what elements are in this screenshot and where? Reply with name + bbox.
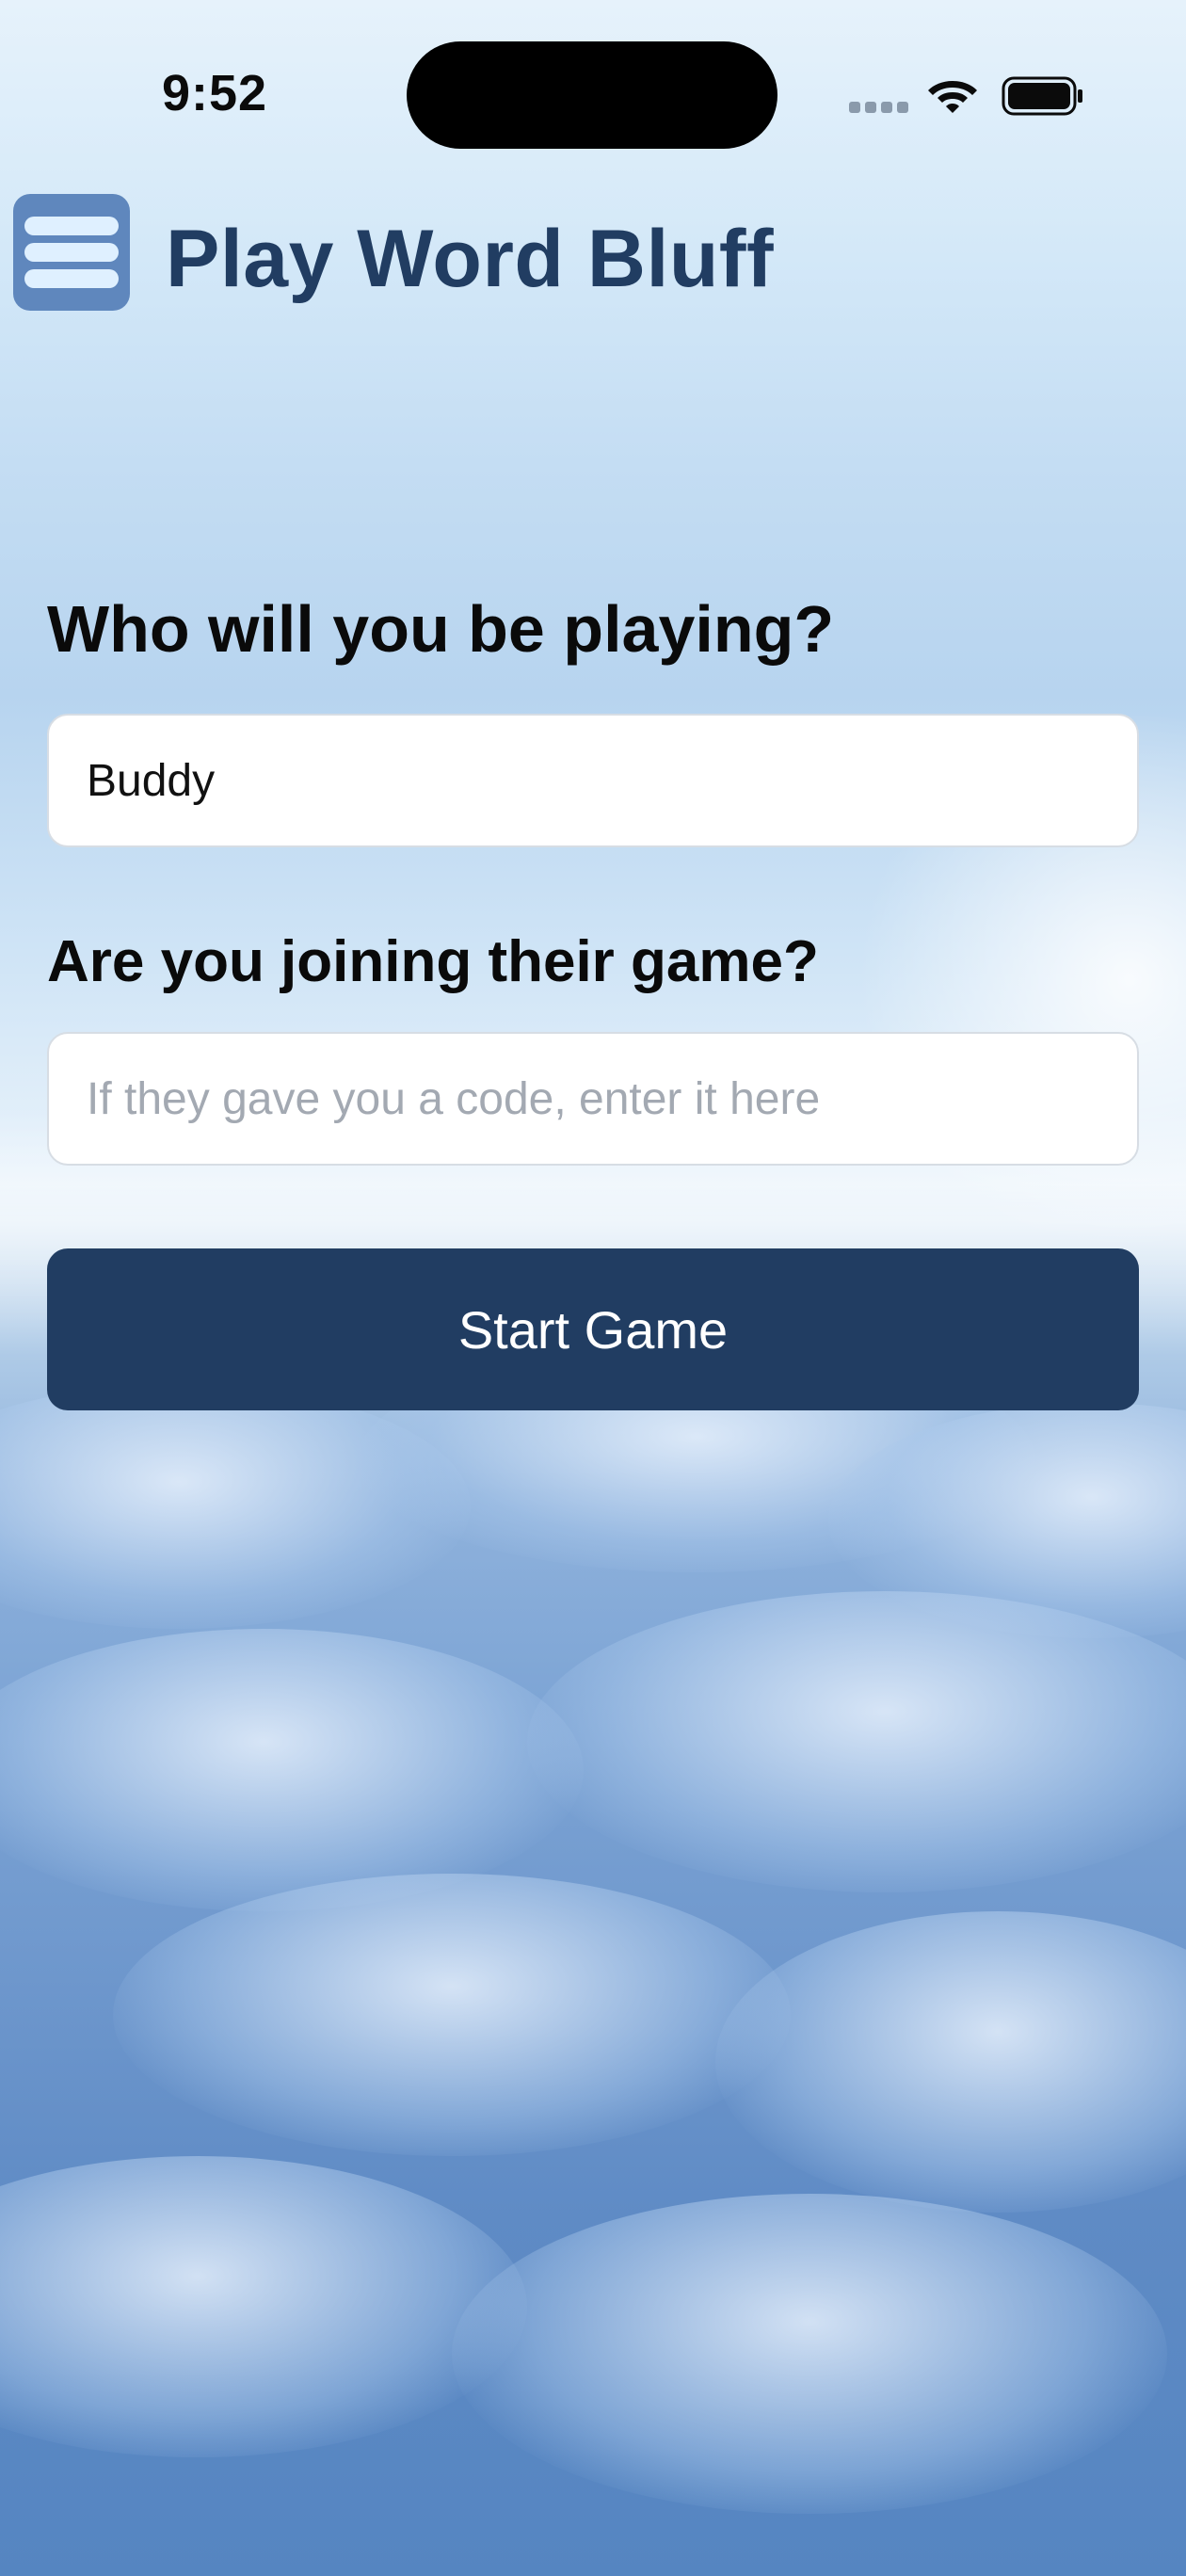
battery-icon [1002,76,1082,116]
cloud [452,2194,1167,2514]
status-time: 9:52 [162,65,268,121]
cloud [527,1591,1186,1892]
cloud [113,1874,791,2156]
start-game-button[interactable]: Start Game [47,1248,1139,1410]
opponent-field[interactable] [47,714,1139,847]
signal-dots-icon [849,102,909,115]
hamburger-menu-button[interactable] [13,194,130,311]
cloud [0,1629,584,1911]
opponent-input[interactable] [87,716,1103,845]
app-screen: 9:52 Play Word Bluff Who will you be pla… [0,0,1186,2576]
game-code-field[interactable] [47,1032,1139,1166]
page-title: Play Word Bluff [166,214,775,304]
wifi-icon [928,81,977,113]
game-code-input[interactable] [87,1034,1103,1164]
join-game-label: Are you joining their game? [47,929,819,994]
cloud [0,2156,527,2457]
cloud-background [0,1346,1186,2576]
hamburger-menu-icon [24,269,119,288]
hamburger-menu-icon [24,243,119,262]
dynamic-island [407,41,777,149]
cloud [715,1911,1186,2213]
hamburger-menu-icon [24,217,119,235]
opponent-label: Who will you be playing? [47,592,835,666]
